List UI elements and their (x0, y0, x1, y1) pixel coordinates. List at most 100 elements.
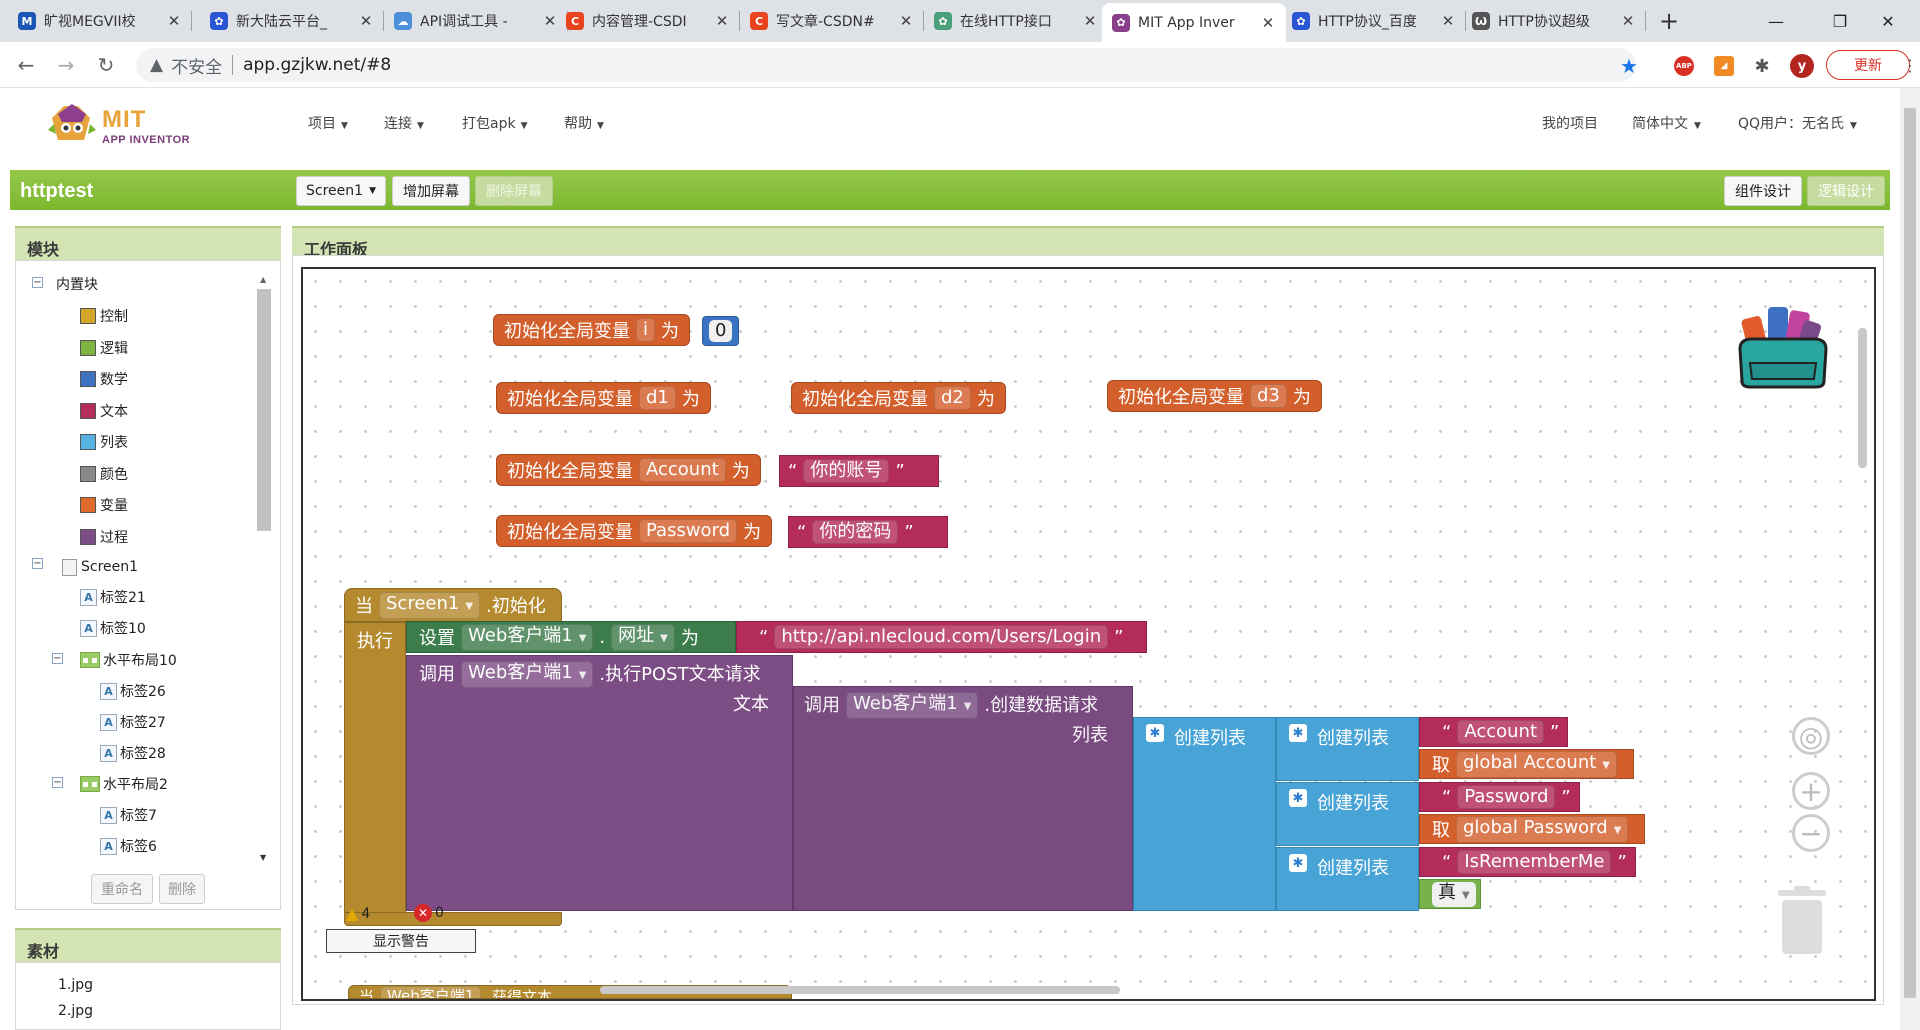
mutator-gear-icon[interactable]: ✱ (1289, 789, 1307, 807)
boolean-dropdown[interactable]: 真 ▼ (1432, 881, 1476, 907)
asset-item[interactable]: 1.jpg (58, 977, 93, 993)
bookmark-star-icon[interactable]: ★ (1620, 54, 1638, 78)
text-block[interactable]: “ 你的账号 ” (779, 455, 939, 487)
window-close-button[interactable]: ✕ (1856, 0, 1920, 42)
number-value[interactable]: 0 (709, 320, 733, 342)
browser-tab[interactable]: C 写文章-CSDN# ✕ (740, 0, 924, 42)
tab-close-icon[interactable]: ✕ (1620, 12, 1636, 30)
mit-logo[interactable]: MIT APP INVENTOR (44, 98, 204, 154)
back-icon[interactable]: ← (10, 50, 42, 80)
tree-scrollbar[interactable]: ▲ ▼ (257, 275, 271, 865)
url-text-block[interactable]: “ http://api.nlecloud.com/Users/Login ” (736, 621, 1147, 653)
screen-dropdown[interactable]: Screen1 ▼ (379, 591, 481, 619)
text-value[interactable]: Password (1457, 785, 1556, 809)
extensions-puzzle-icon[interactable]: ✱ (1752, 56, 1772, 77)
component-tree-item[interactable]: 水平布局10 (80, 649, 177, 671)
tab-close-icon[interactable]: ✕ (1440, 12, 1456, 30)
init-global-password-block[interactable]: 初始化全局变量 Password 为 (496, 515, 773, 547)
mutator-gear-icon[interactable]: ✱ (1146, 724, 1164, 742)
number-block[interactable]: 0 (702, 316, 740, 346)
warning-indicator[interactable]: ▲ 4 (346, 904, 370, 923)
menu-item[interactable]: 项目 ▼ (308, 113, 348, 133)
var-name-field[interactable]: d3 (1250, 384, 1287, 408)
browser-tab[interactable]: ✿ MIT App Inver ✕ (1102, 3, 1286, 42)
collapse-toggle-icon[interactable]: − (32, 277, 43, 288)
make-list-remember-block[interactable]: ✱ 创建列表 (1276, 847, 1419, 911)
profile-avatar[interactable]: y (1790, 54, 1814, 78)
component-tree-item[interactable]: A 标签28 (100, 742, 166, 764)
reload-icon[interactable]: ↻ (90, 50, 122, 80)
tab-close-icon[interactable]: ✕ (1260, 14, 1276, 32)
show-warnings-button[interactable]: 显示警告 (326, 929, 476, 953)
menu-item[interactable]: 打包apk ▼ (462, 113, 528, 133)
trash-icon[interactable] (1776, 886, 1828, 956)
post-text-call-block[interactable]: 调用 Web客户端1 ▼ .执行POST文本请求 文本 (406, 655, 793, 911)
browser-tab[interactable]: C 内容管理-CSDI ✕ (556, 0, 740, 42)
remove-screen-button[interactable]: 删除屏幕 (475, 176, 553, 206)
screen-selector[interactable]: Screen1 ▼ (296, 176, 386, 206)
canvas-vertical-scrollbar[interactable] (1858, 328, 1867, 468)
set-url-block[interactable]: 设置 Web客户端1 ▼ . 网址 ▼ 为 (406, 621, 736, 653)
scroll-down-icon[interactable]: ▼ (260, 853, 266, 862)
menu-kebab-icon[interactable]: ⋮ (1902, 56, 1918, 75)
var-name-field[interactable]: Password (639, 519, 738, 543)
menu-item[interactable]: 连接 ▼ (384, 113, 424, 133)
text-block[interactable]: “ 你的密码 ” (788, 516, 948, 548)
new-tab-button[interactable]: + (1654, 0, 1684, 42)
asset-item[interactable]: 2.jpg (58, 1003, 93, 1019)
init-global-account-block[interactable]: 初始化全局变量 Account 为 (496, 454, 761, 486)
component-dropdown-label[interactable]: Web客户端1 (380, 986, 482, 998)
tree-scrollbar-thumb[interactable] (257, 289, 271, 531)
zoom-out-icon[interactable]: − (1792, 814, 1830, 852)
tab-close-icon[interactable]: ✕ (166, 12, 182, 30)
variable-dropdown[interactable]: global Account ▼ (1456, 750, 1617, 778)
builtin-drawer-item[interactable]: 控制 (80, 305, 128, 327)
text-value[interactable]: Account (1457, 720, 1545, 744)
text-block[interactable]: “ Account ” (1419, 717, 1569, 747)
build-request-call-block[interactable]: 调用 Web客户端1 ▼ .创建数据请求 列表 (793, 686, 1133, 911)
component-tree-item[interactable]: 水平布局2 (80, 773, 168, 795)
init-global-d3-block[interactable]: 初始化全局变量 d3 为 (1107, 380, 1322, 412)
component-dropdown[interactable]: Web客户端1 ▼ (846, 692, 979, 719)
page-scrollbar-thumb[interactable] (1904, 108, 1916, 998)
var-name-field[interactable]: Account (639, 458, 726, 482)
builtin-drawer-item[interactable]: 列表 (80, 431, 128, 453)
builtin-drawer-item[interactable]: 数学 (80, 368, 128, 390)
var-name-field[interactable]: d1 (639, 386, 676, 410)
designer-button[interactable]: 组件设计 (1724, 176, 1802, 206)
builtin-drawer-item[interactable]: 颜色 (80, 463, 128, 485)
mutator-gear-icon[interactable]: ✱ (1289, 854, 1307, 872)
component-tree-item[interactable]: A 标签7 (100, 804, 157, 826)
header-menu-item[interactable]: QQ用户：无名氏 ▼ (1738, 113, 1857, 133)
update-button[interactable]: 更新 (1826, 50, 1910, 80)
variable-dropdown[interactable]: global Password ▼ (1456, 815, 1629, 843)
collapse-toggle-icon[interactable]: − (32, 558, 43, 569)
make-list-password-block[interactable]: ✱ 创建列表 (1276, 782, 1419, 846)
component-dropdown[interactable]: Web客户端1 ▼ (461, 661, 594, 688)
tab-close-icon[interactable]: ✕ (714, 12, 730, 30)
browser-tab[interactable]: Ѡ HTTP协议超级 ✕ (1462, 0, 1646, 42)
text-value[interactable]: IsRememberMe (1457, 850, 1612, 874)
component-dropdown[interactable]: Web客户端1 ▼ (461, 623, 594, 651)
builtin-drawer-item[interactable]: 过程 (80, 526, 128, 548)
extension-orange-icon[interactable]: ◢ (1714, 56, 1734, 76)
tab-close-icon[interactable]: ✕ (1082, 12, 1098, 30)
zoom-in-icon[interactable]: + (1792, 772, 1830, 810)
menu-item[interactable]: 帮助 ▼ (564, 113, 604, 133)
get-global-password-block[interactable]: 取 global Password ▼ (1419, 814, 1646, 844)
component-tree-item[interactable]: A 标签27 (100, 711, 166, 733)
tree-screen-node[interactable]: Screen1 (62, 556, 138, 578)
rename-button[interactable]: 重命名 (91, 874, 153, 904)
var-name-field[interactable]: d2 (934, 386, 971, 410)
builtin-drawer-item[interactable]: 逻辑 (80, 337, 128, 359)
component-tree-item[interactable]: A 标签26 (100, 680, 166, 702)
canvas-horizontal-scrollbar[interactable] (600, 986, 1120, 994)
header-menu-item[interactable]: 我的项目 (1542, 113, 1598, 133)
component-tree-item[interactable]: A 标签21 (80, 586, 146, 608)
browser-tab[interactable]: ☁ API调试工具 - ✕ (384, 0, 568, 42)
delete-button[interactable]: 删除 (159, 874, 205, 904)
browser-tab[interactable]: ✿ HTTP协议_百度 ✕ (1282, 0, 1466, 42)
builtin-drawer-item[interactable]: 文本 (80, 400, 128, 422)
collapse-toggle-icon[interactable]: − (52, 777, 63, 788)
tree-builtin-node[interactable]: 内置块 (56, 273, 98, 295)
